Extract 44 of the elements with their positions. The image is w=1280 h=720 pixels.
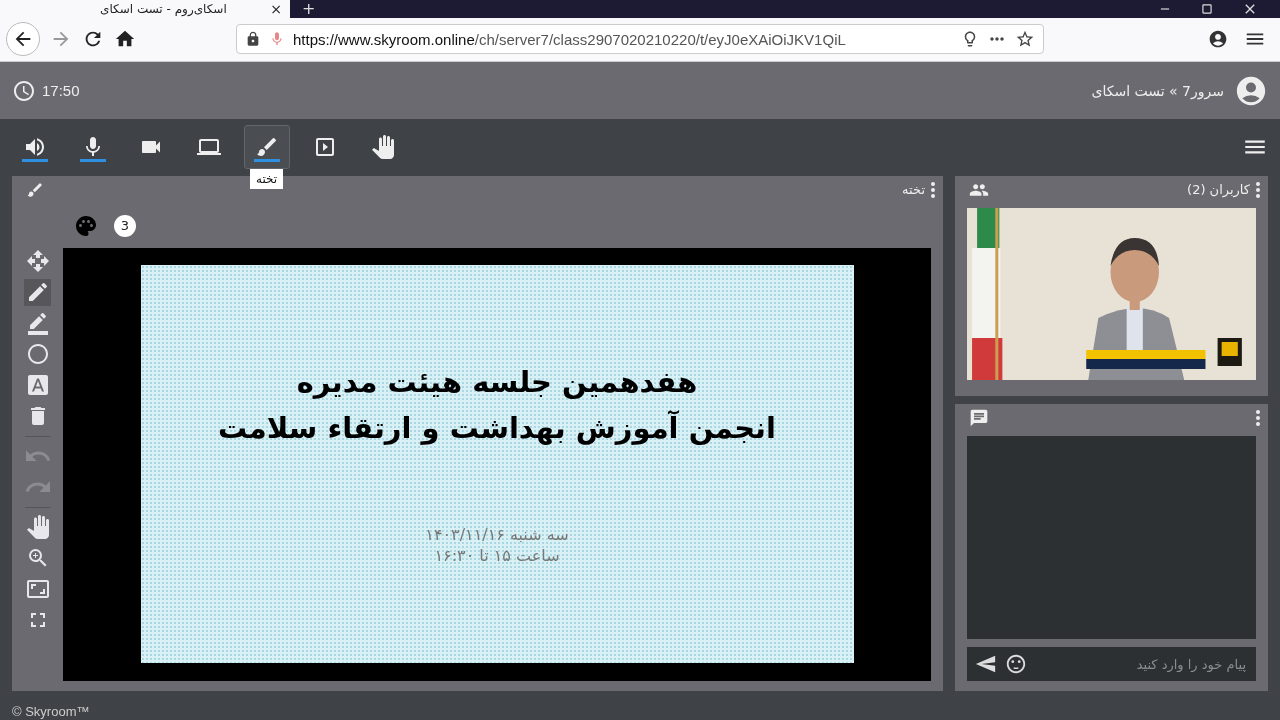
text-tool-icon [25, 373, 50, 398]
message-field[interactable]: پیام خود را وارد کنید [967, 647, 1256, 681]
panel-menu-button[interactable] [931, 181, 935, 198]
address-bar[interactable]: https://www.skyroom.online/ch/server7/class2907020210220/t/eyJ0eXAiOiJKV1QiL [236, 24, 1044, 55]
palette-icon[interactable] [74, 213, 98, 238]
slide-date: سه شنبه ۱۴۰۳/۱۱/۱۶ [425, 525, 569, 545]
back-button[interactable] [6, 22, 40, 57]
pan-tool[interactable] [24, 513, 51, 541]
tooltip: تخته [250, 169, 284, 190]
copyright-text: © Skyroom™ [12, 704, 90, 719]
circle-tool-icon [25, 342, 50, 367]
kebab-icon [1256, 181, 1260, 198]
brush-button[interactable] [244, 124, 290, 169]
panel-title: کاربران (2) [1187, 182, 1250, 198]
send-icon[interactable] [975, 653, 997, 675]
pan-tool-icon [25, 515, 50, 540]
clock-time: 17:50 [42, 82, 80, 100]
kebab-icon [1256, 409, 1260, 426]
slide-title: هفدهمین جلسه هیئت مدیره [296, 365, 698, 400]
chat-icon [969, 407, 989, 428]
marker-tool-icon [25, 311, 50, 336]
panel-menu-button[interactable] [1256, 181, 1260, 198]
slide-title: انجمن آموزش بهداشت و ارتقاء سلامت [218, 411, 776, 446]
emoji-icon[interactable] [1005, 653, 1027, 675]
slide-date: ساعت ۱۵ تا ۱۶:۳۰ [434, 546, 560, 566]
microphone-icon [269, 31, 285, 48]
url-text: https://www.skyroom.online/ch/server7/class2907020210220/t/eyJ0eXAiOiJKV1QiL [293, 31, 847, 48]
clock-icon [12, 78, 36, 103]
tab-close-button[interactable]: × [270, 0, 282, 17]
message-input[interactable]: پیام خود را وارد کنید [1035, 655, 1248, 673]
brush-size-badge[interactable]: 3 [114, 214, 136, 237]
brush-icon [26, 180, 44, 199]
hand-icon [371, 134, 395, 159]
new-tab-button[interactable]: + [302, 0, 316, 18]
tab-title: اسکای‌روم - تست اسکای [100, 1, 227, 16]
pencil-tool[interactable] [24, 278, 51, 306]
lock-icon [245, 31, 261, 48]
breadcrumb: سرور7 » تست اسکای [1091, 82, 1224, 99]
kebab-icon [931, 181, 935, 198]
browser-tab[interactable]: اسکای‌روم - تست اسکای × [0, 0, 290, 18]
move-tool-icon [25, 249, 50, 274]
maximize-icon[interactable] [1200, 1, 1214, 16]
panel-menu-button[interactable] [1256, 409, 1260, 426]
panel-title: تخته [902, 182, 925, 198]
